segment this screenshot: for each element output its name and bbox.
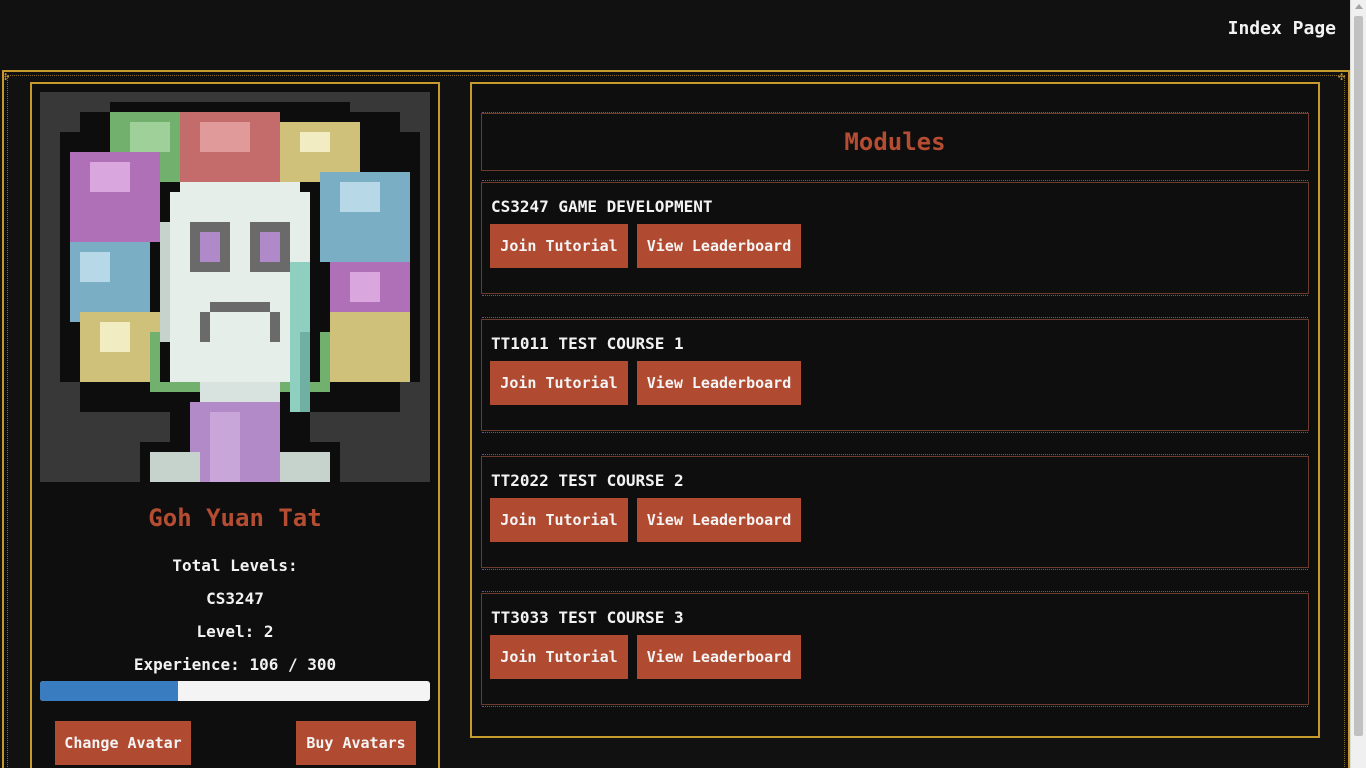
- join-tutorial-button[interactable]: Join Tutorial: [490, 224, 628, 268]
- course-card: TT1011 TEST COURSE 1 Join Tutorial View …: [481, 317, 1309, 433]
- buy-avatars-button[interactable]: Buy Avatars: [296, 721, 416, 765]
- total-levels-label: Total Levels:: [172, 556, 298, 575]
- course-name: CS3247 GAME DEVELOPMENT: [491, 197, 713, 216]
- join-tutorial-button[interactable]: Join Tutorial: [490, 498, 628, 542]
- course-name: TT2022 TEST COURSE 2: [491, 471, 684, 490]
- join-tutorial-button[interactable]: Join Tutorial: [490, 361, 628, 405]
- modules-panel: Modules CS3247 GAME DEVELOPMENT Join Tut…: [470, 82, 1320, 738]
- scroll-thumb[interactable]: [1354, 16, 1363, 736]
- view-leaderboard-button[interactable]: View Leaderboard: [637, 224, 801, 268]
- course-name: TT1011 TEST COURSE 1: [491, 334, 684, 353]
- index-page-link[interactable]: Index Page: [1228, 18, 1336, 39]
- join-tutorial-button[interactable]: Join Tutorial: [490, 635, 628, 679]
- modules-header: Modules: [481, 112, 1309, 171]
- change-avatar-button[interactable]: Change Avatar: [55, 721, 191, 765]
- profile-panel: Goh Yuan Tat Total Levels: CS3247 Level:…: [30, 82, 440, 768]
- course-name: TT3033 TEST COURSE 3: [491, 608, 684, 627]
- course-card: TT3033 TEST COURSE 3 Join Tutorial View …: [481, 591, 1309, 707]
- experience-progress-fill: [40, 681, 178, 701]
- player-name: Goh Yuan Tat: [148, 504, 322, 532]
- avatar: [40, 92, 430, 482]
- corner-ornament-icon: ✣: [1338, 69, 1346, 83]
- pixel-avatar-icon: [40, 92, 430, 482]
- course-card: CS3247 GAME DEVELOPMENT Join Tutorial Vi…: [481, 180, 1309, 296]
- modules-title: Modules: [844, 128, 946, 156]
- course-card: TT2022 TEST COURSE 2 Join Tutorial View …: [481, 454, 1309, 570]
- course-code: CS3247: [206, 589, 264, 608]
- experience-progress-bar: [40, 681, 430, 701]
- experience-text: Experience: 106 / 300: [133, 655, 337, 674]
- view-leaderboard-button[interactable]: View Leaderboard: [637, 498, 801, 542]
- scroll-up-icon[interactable]: [1355, 4, 1363, 9]
- view-leaderboard-button[interactable]: View Leaderboard: [637, 361, 801, 405]
- corner-ornament-icon: ✣: [2, 69, 10, 83]
- view-leaderboard-button[interactable]: View Leaderboard: [637, 635, 801, 679]
- top-navbar: Index Page: [0, 0, 1350, 68]
- page-scrollbar[interactable]: [1350, 0, 1366, 768]
- level-text: Level: 2: [196, 622, 274, 641]
